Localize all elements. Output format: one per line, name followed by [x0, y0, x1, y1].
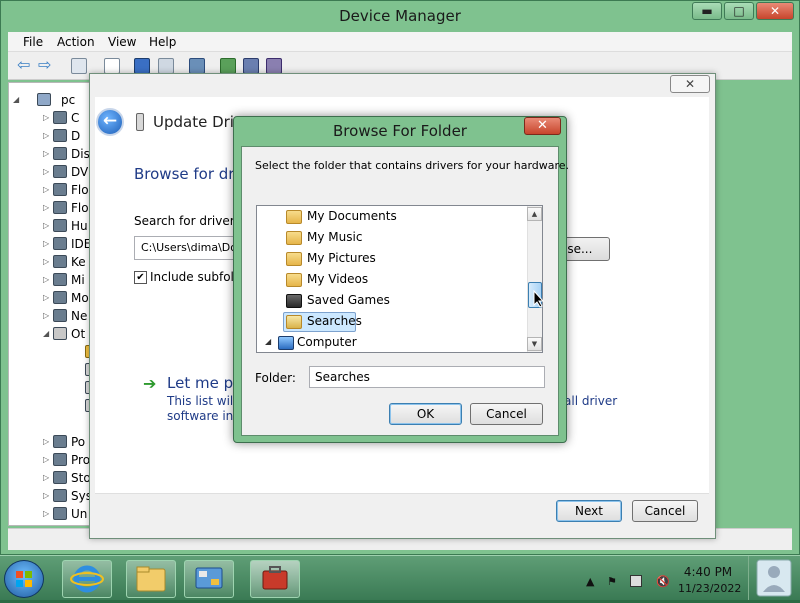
ok-button[interactable]: OK: [389, 403, 462, 425]
volume-muted-icon[interactable]: 🔇: [656, 575, 670, 588]
folder-icon: [136, 566, 166, 592]
device-icon: [53, 507, 67, 520]
device-icon: [53, 327, 67, 340]
wizard-heading: Browse for dri: [134, 165, 239, 183]
folder-tree-scrollbar[interactable]: [527, 206, 542, 352]
folder-item[interactable]: My Videos: [260, 270, 510, 290]
show-hidden-icons-icon[interactable]: ▲: [586, 575, 594, 588]
dialog-title: Browse For Folder: [333, 122, 467, 140]
clock-time[interactable]: 4:40 PM: [678, 565, 738, 579]
include-subfolders-checkbox[interactable]: ✔: [134, 271, 147, 284]
device-icon: [53, 489, 67, 502]
device-icon: [53, 309, 67, 322]
folder-label: Folder:: [255, 371, 296, 385]
forward-icon[interactable]: ⇨: [38, 57, 54, 74]
update-driver-icon[interactable]: [220, 58, 236, 74]
close-button[interactable]: ✕: [756, 2, 794, 20]
view-icon[interactable]: [158, 58, 174, 74]
wizard-close-button[interactable]: ✕: [670, 75, 710, 93]
properties-icon[interactable]: [104, 58, 120, 74]
scan-hardware-icon[interactable]: [189, 58, 205, 74]
computer-node[interactable]: ◢ Computer: [260, 333, 510, 353]
uninstall-device-icon[interactable]: [266, 58, 282, 74]
folder-item[interactable]: My Pictures: [260, 249, 510, 269]
taskbar-ie[interactable]: [62, 560, 112, 598]
flag-icon[interactable]: ⚑: [607, 575, 617, 588]
toolbox-icon: [262, 566, 288, 590]
folder-input[interactable]: Searches: [309, 366, 545, 388]
device-icon: [53, 453, 67, 466]
device-tree: ◢ pc ▷ C ▷ D ▷ Dis ▷ DV ▷ Flo ▷ Flo ▷ Hu ▷ IDE ▷ K…: [8, 82, 98, 526]
device-icon: [53, 291, 67, 304]
cancel-button[interactable]: Cancel: [470, 403, 543, 425]
device-icon: [53, 147, 67, 160]
wizard-title: Update Driv: [153, 113, 243, 131]
device-icon: [53, 219, 67, 232]
folder-item[interactable]: My Music: [260, 228, 510, 248]
device-icon: [53, 201, 67, 214]
videos-folder-icon: [286, 273, 302, 287]
help-icon[interactable]: [134, 58, 150, 74]
device-icon: [53, 129, 67, 142]
menu-file[interactable]: File: [23, 35, 43, 49]
windows-logo-icon: [15, 570, 33, 588]
show-hide-tree-icon[interactable]: [71, 58, 87, 74]
minimize-button[interactable]: ▬: [692, 2, 722, 20]
computer-icon: [278, 336, 294, 350]
scroll-down-button[interactable]: ▼: [527, 337, 542, 351]
user-avatar-icon[interactable]: [748, 556, 800, 600]
music-folder-icon: [286, 231, 302, 245]
instruction-text: Select the folder that contains drivers …: [255, 159, 570, 172]
next-button[interactable]: Next: [556, 500, 622, 522]
computer-icon: [37, 93, 51, 106]
saved-games-icon: [286, 294, 302, 308]
device-icon: [53, 471, 67, 484]
folder-icon: [286, 210, 302, 224]
menu-action[interactable]: Action: [57, 35, 95, 49]
disable-device-icon[interactable]: [243, 58, 259, 74]
search-folder-icon: [286, 315, 302, 329]
scroll-up-button[interactable]: ▲: [527, 207, 542, 221]
device-icon: [53, 237, 67, 250]
back-icon[interactable]: ⇦: [17, 57, 33, 74]
menu-view[interactable]: View: [108, 35, 136, 49]
folder-item[interactable]: My Documents: [260, 207, 510, 227]
window-title: Device Manager: [339, 7, 461, 25]
folder-item[interactable]: Searches: [260, 312, 510, 332]
internet-explorer-icon: [70, 565, 104, 593]
green-arrow-icon: ➔: [143, 374, 157, 393]
clock-date[interactable]: 11/23/2022: [678, 582, 741, 595]
taskbar-explorer[interactable]: [126, 560, 176, 598]
tree-root[interactable]: ◢ pc: [9, 91, 97, 109]
usb-device-icon: [136, 113, 144, 131]
device-icon: [53, 273, 67, 286]
pictures-folder-icon: [286, 252, 302, 266]
control-panel-icon: [195, 567, 223, 589]
network-icon[interactable]: [630, 575, 642, 587]
taskbar-device-manager[interactable]: [250, 560, 300, 598]
back-button[interactable]: ←: [96, 108, 124, 136]
wizard-cancel-button[interactable]: Cancel: [632, 500, 698, 522]
device-icon: [53, 435, 67, 448]
device-icon: [53, 111, 67, 124]
device-icon: [53, 165, 67, 178]
maximize-button[interactable]: □: [724, 2, 754, 20]
menu-bar: File Action View Help: [8, 32, 792, 52]
taskbar-control-panel[interactable]: [184, 560, 234, 598]
mouse-cursor-icon: [533, 289, 545, 311]
pick-description: all driver: [564, 394, 618, 408]
device-icon: [53, 255, 67, 268]
dialog-close-button[interactable]: ✕: [524, 117, 561, 135]
folder-item[interactable]: Saved Games: [260, 291, 510, 311]
menu-help[interactable]: Help: [149, 35, 176, 49]
device-icon: [53, 183, 67, 196]
